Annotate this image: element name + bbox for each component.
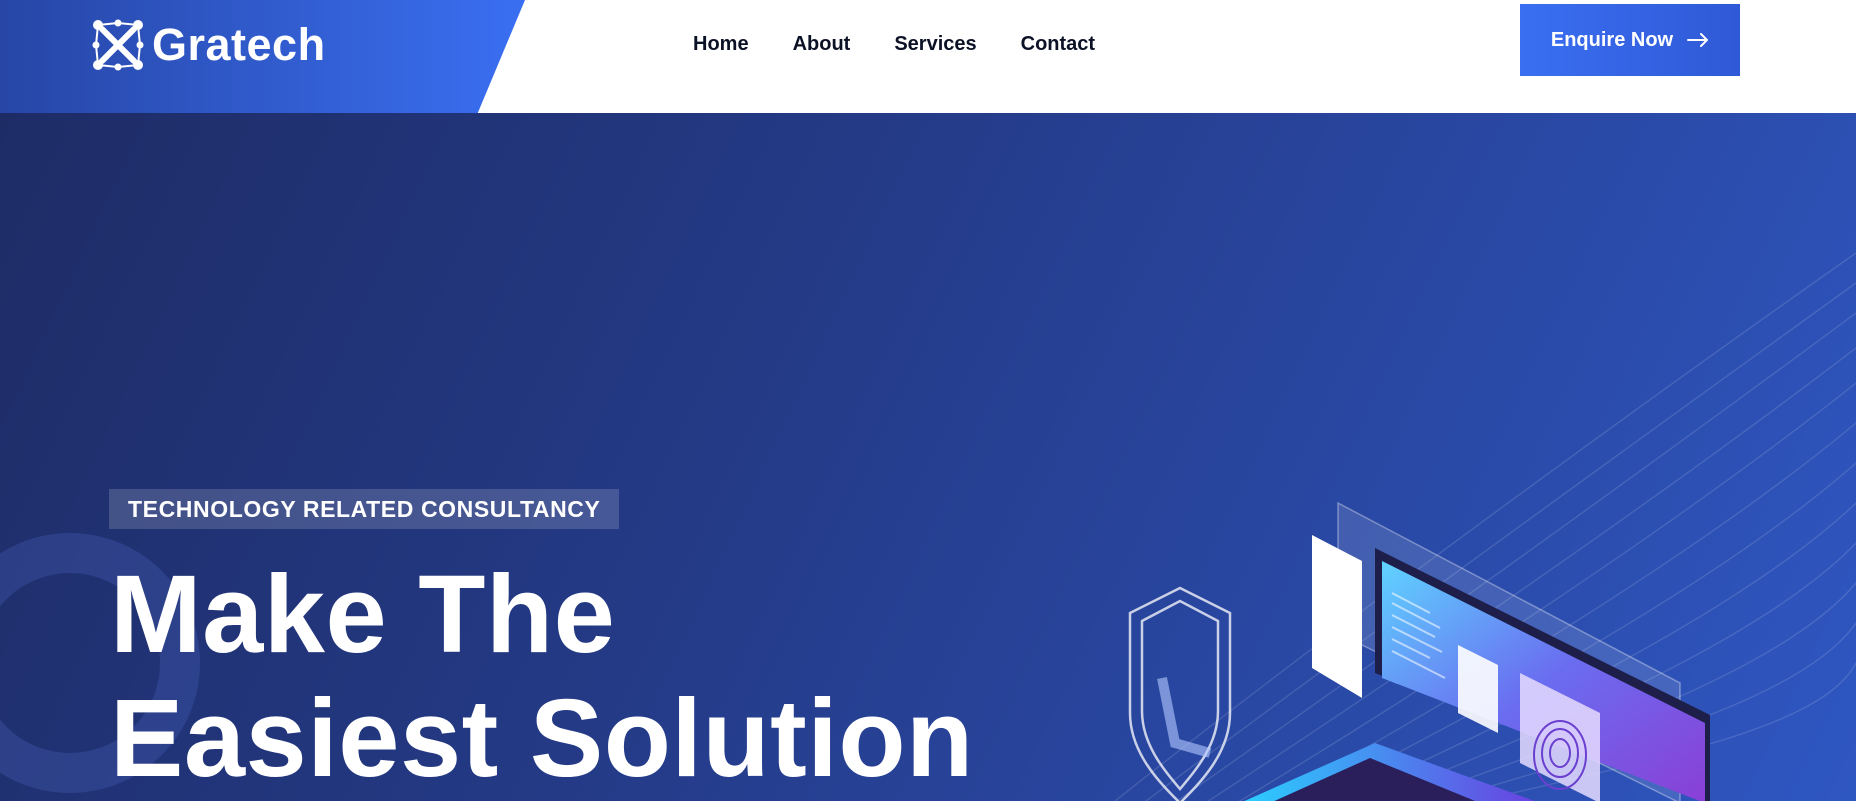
- hero-section: TECHNOLOGY RELATED CONSULTANCY Make The …: [0, 113, 1856, 801]
- enquire-now-button[interactable]: Enquire Now: [1520, 4, 1740, 76]
- brand-logo[interactable]: Gratech: [90, 17, 326, 73]
- brand-name: Gratech: [152, 19, 326, 70]
- nav-item-services[interactable]: Services: [894, 33, 976, 56]
- nav-item-home[interactable]: Home: [693, 33, 749, 56]
- hero-title-line-1: Make The: [110, 553, 616, 676]
- hero-title-line-2: Easiest Solution: [110, 677, 974, 800]
- arrow-right-icon: [1687, 33, 1709, 47]
- main-nav: Home About Services Contact: [693, 33, 1139, 56]
- site-header: Gratech Home About Services Contact Enqu…: [0, 0, 1856, 113]
- hero-badge: TECHNOLOGY RELATED CONSULTANCY: [109, 489, 620, 529]
- shield-icon: [1128, 586, 1232, 801]
- enquire-now-label: Enquire Now: [1550, 28, 1674, 51]
- nav-item-contact[interactable]: Contact: [1021, 33, 1095, 56]
- security-laptop-illustration: [1128, 501, 1710, 801]
- x-network-logo-icon: [92, 19, 144, 71]
- hero-title: Make The Easiest Solution: [110, 553, 974, 801]
- nav-item-about[interactable]: About: [793, 33, 851, 56]
